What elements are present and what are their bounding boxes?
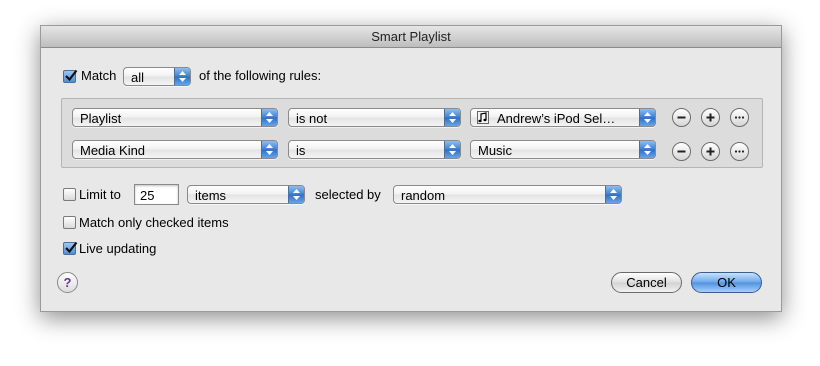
popup-arrows-icon [605,186,621,203]
limit-label: Limit to [79,187,121,202]
limit-checkbox[interactable] [63,188,76,201]
rule-1-operator-popup[interactable]: is not [288,108,461,127]
selected-by-label: selected by [315,187,381,202]
rule-2-remove-button[interactable] [672,142,691,161]
ellipsis-icon [734,150,745,153]
selected-by-value: random [401,188,446,203]
match-checked-checkbox[interactable] [63,216,76,229]
rule-1-remove-button[interactable] [672,108,691,127]
checkmark-icon [65,241,78,254]
help-icon: ? [63,275,72,290]
minus-icon [677,116,686,119]
rule-1-operator: is not [296,111,328,126]
rules-list: Playlist is not Andrew’s iPod Sel… Media… [61,98,763,168]
ok-button[interactable]: OK [691,272,762,293]
plus-icon [706,147,715,156]
popup-arrows-icon [174,68,190,85]
popup-arrows-icon [261,109,277,126]
limit-unit-popup[interactable]: items [187,185,305,204]
rule-2-value-popup[interactable]: Music [470,140,656,159]
help-button[interactable]: ? [57,272,78,293]
live-updating-label: Live updating [79,241,157,256]
match-suffix: of the following rules: [199,68,322,83]
popup-arrows-icon [639,109,655,126]
match-mode-value: all [131,70,145,85]
rule-2-operator-popup[interactable]: is [288,140,461,159]
rule-1-add-button[interactable] [701,108,720,127]
live-updating-checkbox[interactable] [63,241,78,255]
rule-1-field-popup[interactable]: Playlist [72,108,278,127]
rule-2-value: Music [478,143,512,158]
popup-arrows-icon [444,141,460,158]
rule-2-field: Media Kind [80,143,146,158]
popup-arrows-icon [444,109,460,126]
cancel-button[interactable]: Cancel [611,272,682,293]
rule-2-operator: is [296,143,306,158]
selected-by-popup[interactable]: random [393,185,622,204]
rule-2-field-popup[interactable]: Media Kind [72,140,278,159]
title-bar[interactable]: Smart Playlist [41,26,781,48]
rule-2-add-button[interactable] [701,142,720,161]
checkmark-icon [65,69,78,82]
match-checked-label: Match only checked items [79,215,229,230]
limit-count-value: 25 [140,188,155,203]
smart-playlist-dialog: Smart Playlist Match all of the followin… [40,25,782,312]
plus-icon [706,113,715,122]
rule-2-more-button[interactable] [730,142,749,161]
popup-arrows-icon [288,186,304,203]
music-note-icon [477,111,489,124]
ellipsis-icon [734,116,745,119]
rule-1-field: Playlist [80,111,122,126]
rule-1-value: Andrew’s iPod Sel… [497,111,616,126]
rule-1-more-button[interactable] [730,108,749,127]
limit-count-field[interactable]: 25 [134,184,179,205]
popup-arrows-icon [261,141,277,158]
rule-1-value-popup[interactable]: Andrew’s iPod Sel… [470,108,656,127]
match-checkbox[interactable] [63,69,78,83]
popup-arrows-icon [639,141,655,158]
window-title: Smart Playlist [371,29,451,44]
match-label: Match [81,68,117,83]
limit-unit-value: items [195,188,227,203]
match-mode-popup[interactable]: all [123,67,191,86]
minus-icon [677,150,686,153]
